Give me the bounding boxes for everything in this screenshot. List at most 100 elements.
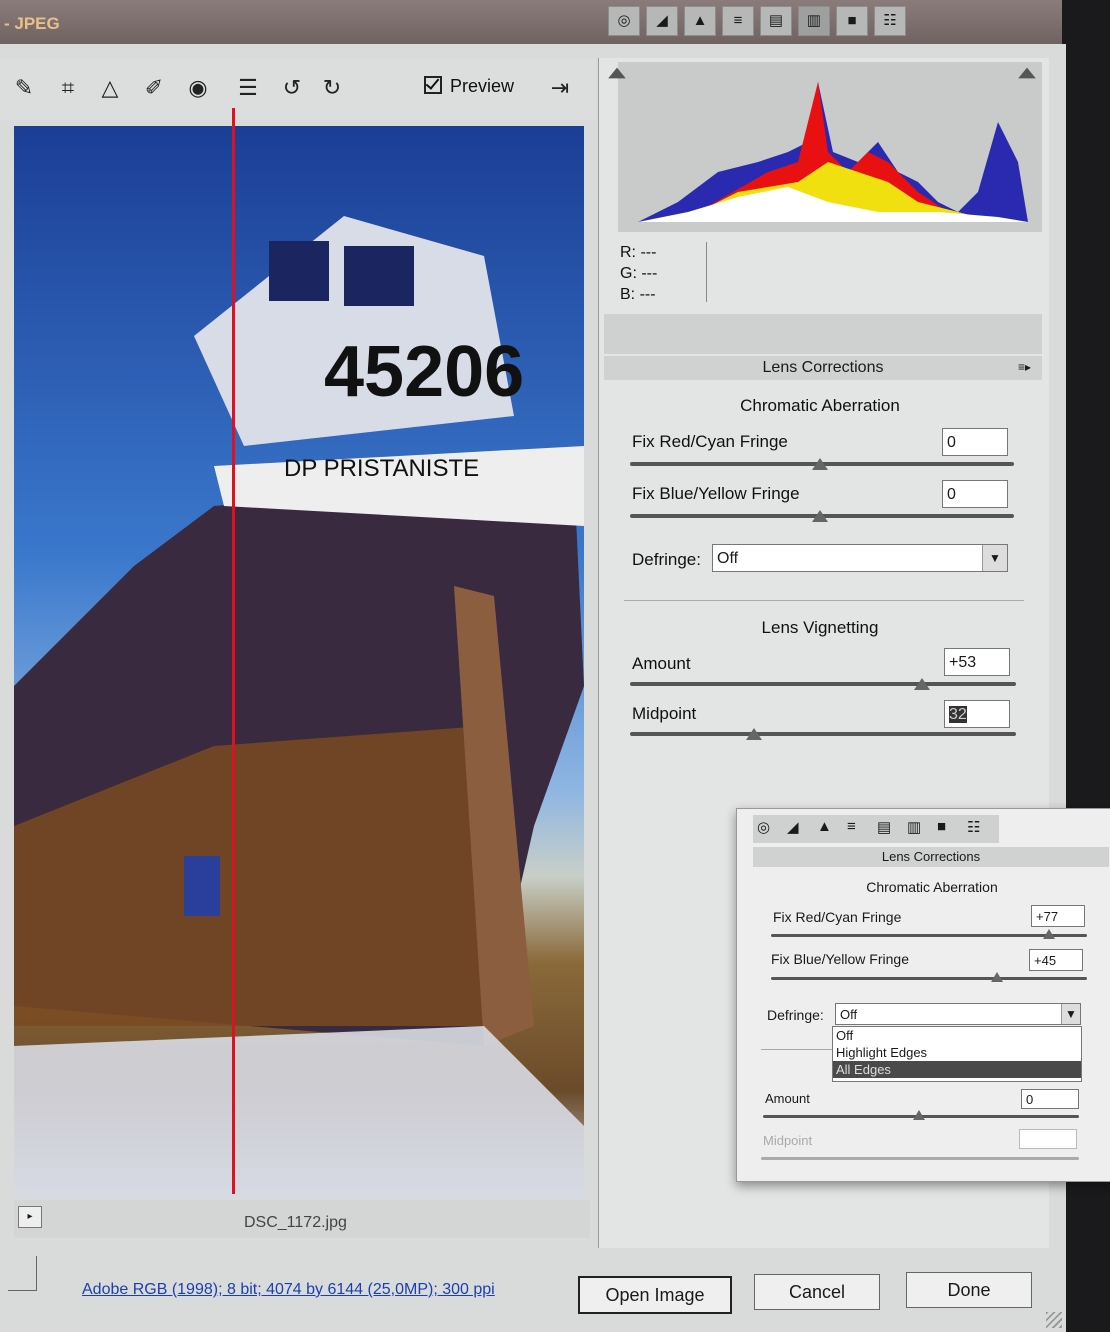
open-image-button[interactable]: Open Image	[578, 1276, 732, 1314]
menu-item-all-edges[interactable]: All Edges	[833, 1061, 1081, 1078]
hsl-icon[interactable]: ≡	[847, 818, 856, 835]
inset-panel: ◎ ◢ ▲ ≡ ▤ ▥ ■ ☷ Lens Corrections Chromat…	[736, 808, 1110, 1182]
eyedropper-icon[interactable]: ✎	[8, 72, 40, 104]
done-button[interactable]: Done	[906, 1272, 1032, 1308]
inset-red-cyan-slider[interactable]	[771, 934, 1087, 937]
slider-thumb[interactable]	[812, 458, 828, 470]
blue-yellow-label: Fix Blue/Yellow Fringe	[632, 484, 800, 503]
crop-icon[interactable]: ⌗	[52, 72, 84, 104]
midpoint-field[interactable]: 32	[944, 700, 1010, 728]
slider-thumb[interactable]	[746, 728, 762, 740]
inset-midpoint-field	[1019, 1129, 1077, 1149]
slider-thumb[interactable]	[913, 1110, 925, 1120]
preview-label: Preview	[450, 76, 515, 96]
workflow-options-link[interactable]: Adobe RGB (1998); 8 bit; 4074 by 6144 (2…	[82, 1281, 495, 1299]
retouch-icon[interactable]: ✐	[138, 72, 170, 104]
inset-chromatic-heading: Chromatic Aberration	[866, 879, 998, 895]
inset-amount-field[interactable]: 0	[1021, 1089, 1079, 1109]
detail-icon[interactable]: ▲	[817, 818, 832, 835]
red-cyan-label: Fix Red/Cyan Fringe	[632, 432, 788, 451]
cancel-button[interactable]: Cancel	[754, 1274, 880, 1310]
panel-menu-icon[interactable]: ≡▸	[1018, 360, 1031, 374]
camera-calibration-icon[interactable]: ■	[836, 6, 868, 36]
straighten-icon[interactable]: △	[94, 72, 126, 104]
preview-checkbox[interactable]: Preview	[424, 76, 514, 97]
child-figure	[184, 856, 220, 916]
rotate-left-icon[interactable]: ↺	[276, 72, 308, 104]
inset-title: Lens Corrections	[753, 847, 1109, 867]
basic-icon[interactable]: ◎	[757, 818, 770, 836]
inset-defringe-value: Off	[840, 1007, 858, 1022]
rotate-right-icon[interactable]: ↻	[316, 72, 348, 104]
filename: DSC_1172.jpg	[244, 1214, 347, 1231]
tone-curve-icon[interactable]: ◢	[646, 6, 678, 36]
resize-grip-icon[interactable]	[1046, 1312, 1062, 1328]
slider-thumb[interactable]	[991, 972, 1003, 982]
basic-icon[interactable]: ◎	[608, 6, 640, 36]
midpoint-value: 32	[949, 706, 967, 723]
rgb-readout: R: --- G: --- B: ---	[620, 242, 710, 305]
lens-icon[interactable]: ▥	[798, 6, 830, 36]
defringe-select[interactable]: Off ▼	[712, 544, 1008, 572]
zoom-menu-button[interactable]: ▸	[18, 1206, 42, 1228]
fullscreen-icon[interactable]: ⇥	[544, 72, 576, 104]
slider-thumb[interactable]	[812, 510, 828, 522]
menu-item-off[interactable]: Off	[833, 1027, 1081, 1044]
defringe-value: Off	[717, 550, 739, 567]
amount-label: Amount	[632, 654, 691, 673]
red-eye-icon[interactable]: ◉	[182, 72, 214, 104]
preferences-icon[interactable]: ☰	[232, 72, 264, 104]
detail-icon[interactable]: ▲	[684, 6, 716, 36]
chevron-down-icon[interactable]: ▼	[982, 545, 1007, 571]
slider-thumb[interactable]	[914, 678, 930, 690]
save-image-button[interactable]	[8, 1256, 37, 1291]
inset-defringe-select[interactable]: Off ▼	[835, 1003, 1081, 1025]
split-tone-icon[interactable]: ▤	[877, 818, 891, 836]
lens-icon[interactable]: ▥	[907, 818, 921, 836]
window-pane	[269, 241, 329, 301]
hsl-icon[interactable]: ≡	[722, 6, 754, 36]
ice-ground	[14, 1026, 584, 1198]
slider-thumb[interactable]	[1043, 929, 1055, 939]
histogram	[618, 62, 1042, 232]
boat-number: 45206	[324, 332, 524, 412]
tone-curve-icon[interactable]: ◢	[787, 818, 799, 836]
checkbox-icon[interactable]	[424, 76, 442, 94]
defringe-label: Defringe:	[632, 550, 701, 569]
g-readout: G: ---	[620, 265, 658, 282]
inset-defringe-label: Defringe:	[767, 1007, 824, 1023]
b-readout: B: ---	[620, 286, 656, 303]
inset-blue-yellow-slider[interactable]	[771, 977, 1087, 980]
section-divider	[761, 1049, 833, 1050]
r-readout: R: ---	[620, 244, 657, 261]
inset-midpoint-label: Midpoint	[763, 1133, 813, 1148]
midpoint-label: Midpoint	[632, 704, 697, 723]
straighten-guide-line	[232, 108, 235, 1194]
chromatic-aberration-heading: Chromatic Aberration	[740, 396, 900, 415]
chevron-down-icon[interactable]: ▼	[1061, 1004, 1080, 1024]
presets-icon[interactable]: ☷	[967, 818, 980, 836]
amount-slider[interactable]	[630, 682, 1016, 686]
inset-blue-yellow-label: Fix Blue/Yellow Fringe	[771, 951, 909, 967]
camera-calibration-icon[interactable]: ■	[937, 818, 946, 835]
inset-blue-yellow-field[interactable]: +45	[1029, 949, 1083, 971]
window-pane	[344, 246, 414, 306]
blue-yellow-field[interactable]: 0	[942, 480, 1008, 508]
split-tone-icon[interactable]: ▤	[760, 6, 792, 36]
boat-name: DP PRISTANISTE	[284, 455, 479, 482]
inset-red-cyan-field[interactable]: +77	[1031, 905, 1085, 927]
image-preview[interactable]: 45206 DP PRISTANISTE	[14, 126, 584, 1198]
midpoint-slider[interactable]	[630, 732, 1016, 736]
window-title: - JPEG	[4, 14, 60, 33]
red-cyan-field[interactable]: 0	[942, 428, 1008, 456]
inset-red-cyan-label: Fix Red/Cyan Fringe	[773, 909, 902, 925]
amount-field[interactable]: +53	[944, 648, 1010, 676]
histogram-graph	[638, 82, 1028, 222]
lens-vignetting-heading: Lens Vignetting	[761, 618, 879, 637]
inset-midpoint-slider	[761, 1157, 1079, 1160]
inset-amount-label: Amount	[765, 1091, 810, 1106]
readout-divider	[706, 242, 707, 302]
defringe-dropdown-menu: Off Highlight Edges All Edges	[832, 1026, 1082, 1082]
menu-item-highlight-edges[interactable]: Highlight Edges	[833, 1044, 1081, 1061]
presets-icon[interactable]: ☷	[874, 6, 906, 36]
